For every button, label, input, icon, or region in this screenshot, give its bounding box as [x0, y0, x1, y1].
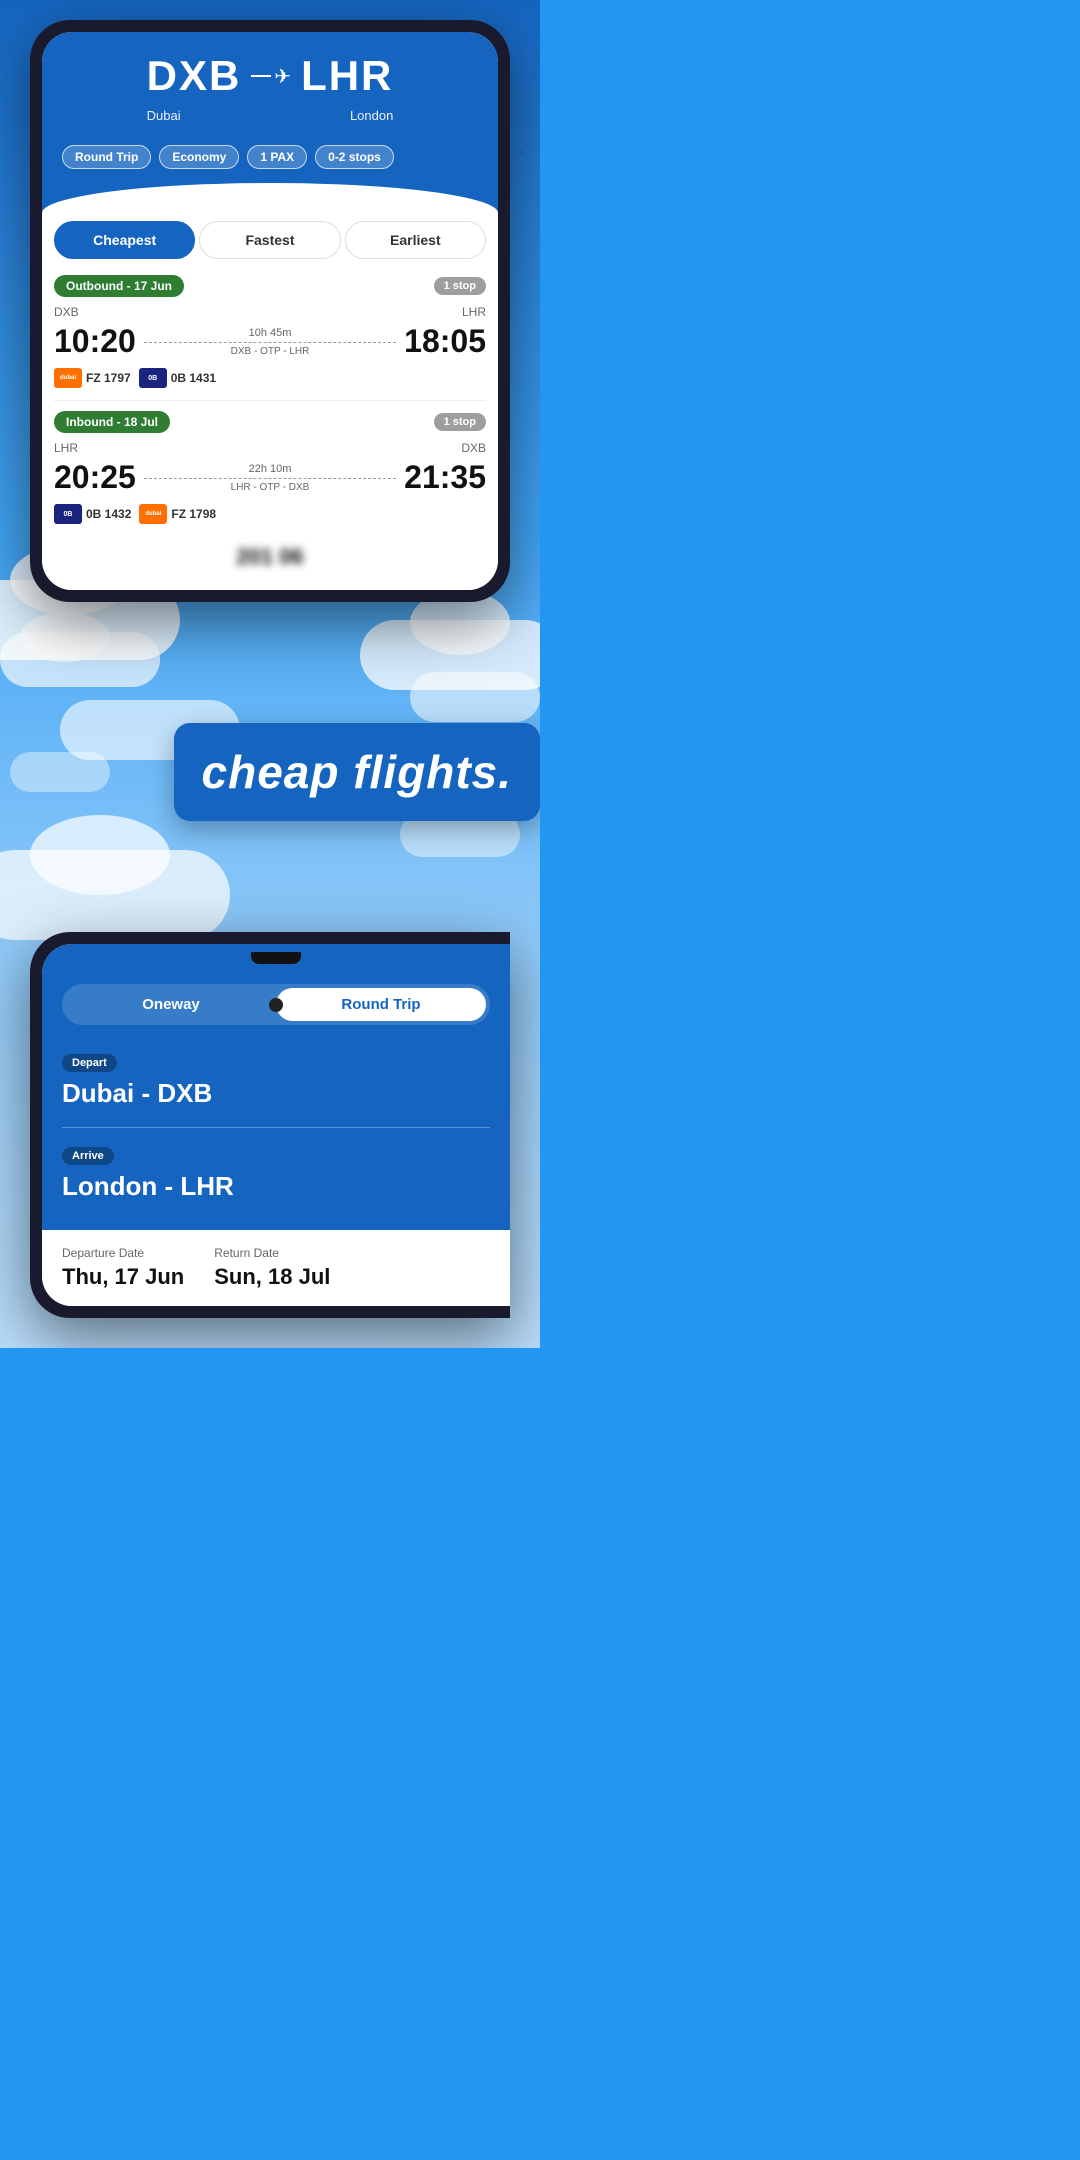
inbound-departure: 20:25: [54, 459, 136, 496]
outbound-airports: DXB LHR: [54, 305, 486, 319]
phone1-header: DXB ✈ LHR Dubai London: [42, 32, 498, 183]
inbound-airline-1-logo: 0B: [54, 504, 82, 524]
outbound-flight-2-code: 0B 1431: [171, 371, 216, 385]
roundtrip-option[interactable]: Round Trip: [276, 988, 486, 1021]
dates-section: Departure Date Thu, 17 Jun Return Date S…: [42, 1230, 510, 1306]
phone2-section: Oneway Round Trip Depart Dubai - DXB: [0, 932, 540, 1348]
outbound-dest-airport: LHR: [462, 305, 486, 319]
pax-pill[interactable]: 1 PAX: [247, 145, 307, 169]
inbound-airline-2-logo: dubai: [139, 504, 167, 524]
inbound-duration: 22h 10m: [144, 463, 396, 475]
trip-type-toggle[interactable]: Oneway Round Trip: [62, 984, 490, 1025]
filter-pills: Round Trip Economy 1 PAX 0-2 stops: [62, 135, 478, 183]
return-date-label: Return Date: [214, 1246, 330, 1260]
origin-code: DXB: [147, 52, 242, 100]
trip-type-pill[interactable]: Round Trip: [62, 145, 151, 169]
arrive-label: Arrive: [62, 1147, 114, 1165]
phone1-screen: DXB ✈ LHR Dubai London: [42, 32, 498, 590]
inbound-via: LHR - OTP - DXB: [144, 482, 396, 493]
outbound-stops: 1 stop: [434, 277, 486, 295]
inbound-origin-airport: LHR: [54, 441, 78, 455]
outbound-header: Outbound - 17 Jun 1 stop: [54, 275, 486, 297]
phone2-mockup: Oneway Round Trip Depart Dubai - DXB: [30, 932, 510, 1318]
dest-city-info: London: [350, 108, 393, 123]
departure-date-label: Departure Date: [62, 1246, 184, 1260]
inbound-airline-1: 0B 0B 1432: [54, 504, 131, 524]
origin-city-info: Dubai: [147, 108, 181, 123]
stops-pill[interactable]: 0-2 stops: [315, 145, 394, 169]
departure-date-value: Thu, 17 Jun: [62, 1264, 184, 1290]
phone2-header: Oneway Round Trip Depart Dubai - DXB: [42, 964, 510, 1230]
outbound-segment: Outbound - 17 Jun 1 stop DXB LHR 10:20 1…: [54, 275, 486, 388]
departure-date-group[interactable]: Departure Date Thu, 17 Jun: [62, 1246, 184, 1290]
outbound-via: DXB - OTP - LHR: [144, 346, 396, 357]
return-date-group[interactable]: Return Date Sun, 18 Jul: [214, 1246, 330, 1290]
inbound-segment: Inbound - 18 Jul 1 stop LHR DXB 20:25 22…: [54, 411, 486, 524]
inbound-label: Inbound - 18 Jul: [54, 411, 170, 433]
sort-tabs: Cheapest Fastest Earliest: [42, 213, 498, 267]
destination-code: LHR: [301, 52, 393, 100]
oneway-option[interactable]: Oneway: [66, 988, 276, 1021]
inbound-airline-2: dubai FZ 1798: [139, 504, 216, 524]
depart-label: Depart: [62, 1054, 117, 1072]
cheap-flights-text: cheap flights.: [202, 745, 512, 799]
field-separator-1: [62, 1127, 490, 1128]
mid-section: cheap flights.: [0, 612, 540, 932]
phone2-screen: Oneway Round Trip Depart Dubai - DXB: [42, 944, 510, 1306]
phone1-mockup: DXB ✈ LHR Dubai London: [30, 20, 510, 602]
cheap-flights-banner: cheap flights.: [174, 723, 540, 821]
outbound-times: 10:20 10h 45m DXB - OTP - LHR 18:05: [54, 323, 486, 360]
wave-divider: [42, 183, 498, 213]
tab-earliest[interactable]: Earliest: [345, 221, 486, 259]
outbound-airline-2: 0B 0B 1431: [139, 368, 216, 388]
inbound-arrival: 21:35: [404, 459, 486, 496]
outbound-airline-1-logo: dubai: [54, 368, 82, 388]
outbound-departure: 10:20: [54, 323, 136, 360]
outbound-airlines: dubai FZ 1797 0B 0B 1431: [54, 368, 486, 388]
outbound-flight-1-code: FZ 1797: [86, 371, 131, 385]
price-peek: 201 06: [54, 536, 486, 578]
tab-fastest[interactable]: Fastest: [199, 221, 340, 259]
cabin-pill[interactable]: Economy: [159, 145, 239, 169]
inbound-airlines: 0B 0B 1432 dubai FZ 1798: [54, 504, 486, 524]
outbound-dashed-line: [144, 342, 396, 343]
inbound-flight-1-code: 0B 1432: [86, 507, 131, 521]
outbound-airline-2-logo: 0B: [139, 368, 167, 388]
segment-divider: [54, 400, 486, 401]
inbound-airports: LHR DXB: [54, 441, 486, 455]
outbound-path: 10h 45m DXB - OTP - LHR: [136, 327, 404, 357]
inbound-header: Inbound - 18 Jul 1 stop: [54, 411, 486, 433]
inbound-flight-2-code: FZ 1798: [171, 507, 216, 521]
results-container: Outbound - 17 Jun 1 stop DXB LHR 10:20 1…: [42, 267, 498, 590]
inbound-times: 20:25 22h 10m LHR - OTP - DXB 21:35: [54, 459, 486, 496]
origin-city: Dubai: [147, 108, 181, 123]
outbound-duration: 10h 45m: [144, 327, 396, 339]
outbound-label: Outbound - 17 Jun: [54, 275, 184, 297]
outbound-origin-airport: DXB: [54, 305, 79, 319]
inbound-dest-airport: DXB: [461, 441, 486, 455]
phone1-section: DXB ✈ LHR Dubai London: [0, 0, 540, 612]
inbound-path: 22h 10m LHR - OTP - DXB: [136, 463, 404, 493]
route-cities: Dubai London: [62, 108, 478, 123]
arrive-value: London - LHR: [62, 1171, 490, 1202]
depart-field[interactable]: Depart Dubai - DXB: [62, 1045, 490, 1117]
outbound-airline-1: dubai FZ 1797: [54, 368, 131, 388]
depart-value: Dubai - DXB: [62, 1078, 490, 1109]
inbound-stops: 1 stop: [434, 413, 486, 431]
inbound-dashed-line: [144, 478, 396, 479]
outbound-arrival: 18:05: [404, 323, 486, 360]
tab-cheapest[interactable]: Cheapest: [54, 221, 195, 259]
return-date-value: Sun, 18 Jul: [214, 1264, 330, 1290]
arrive-field[interactable]: Arrive London - LHR: [62, 1138, 490, 1210]
plane-icon: ✈: [251, 64, 291, 89]
dest-city: London: [350, 108, 393, 123]
route-display: DXB ✈ LHR: [62, 52, 478, 108]
